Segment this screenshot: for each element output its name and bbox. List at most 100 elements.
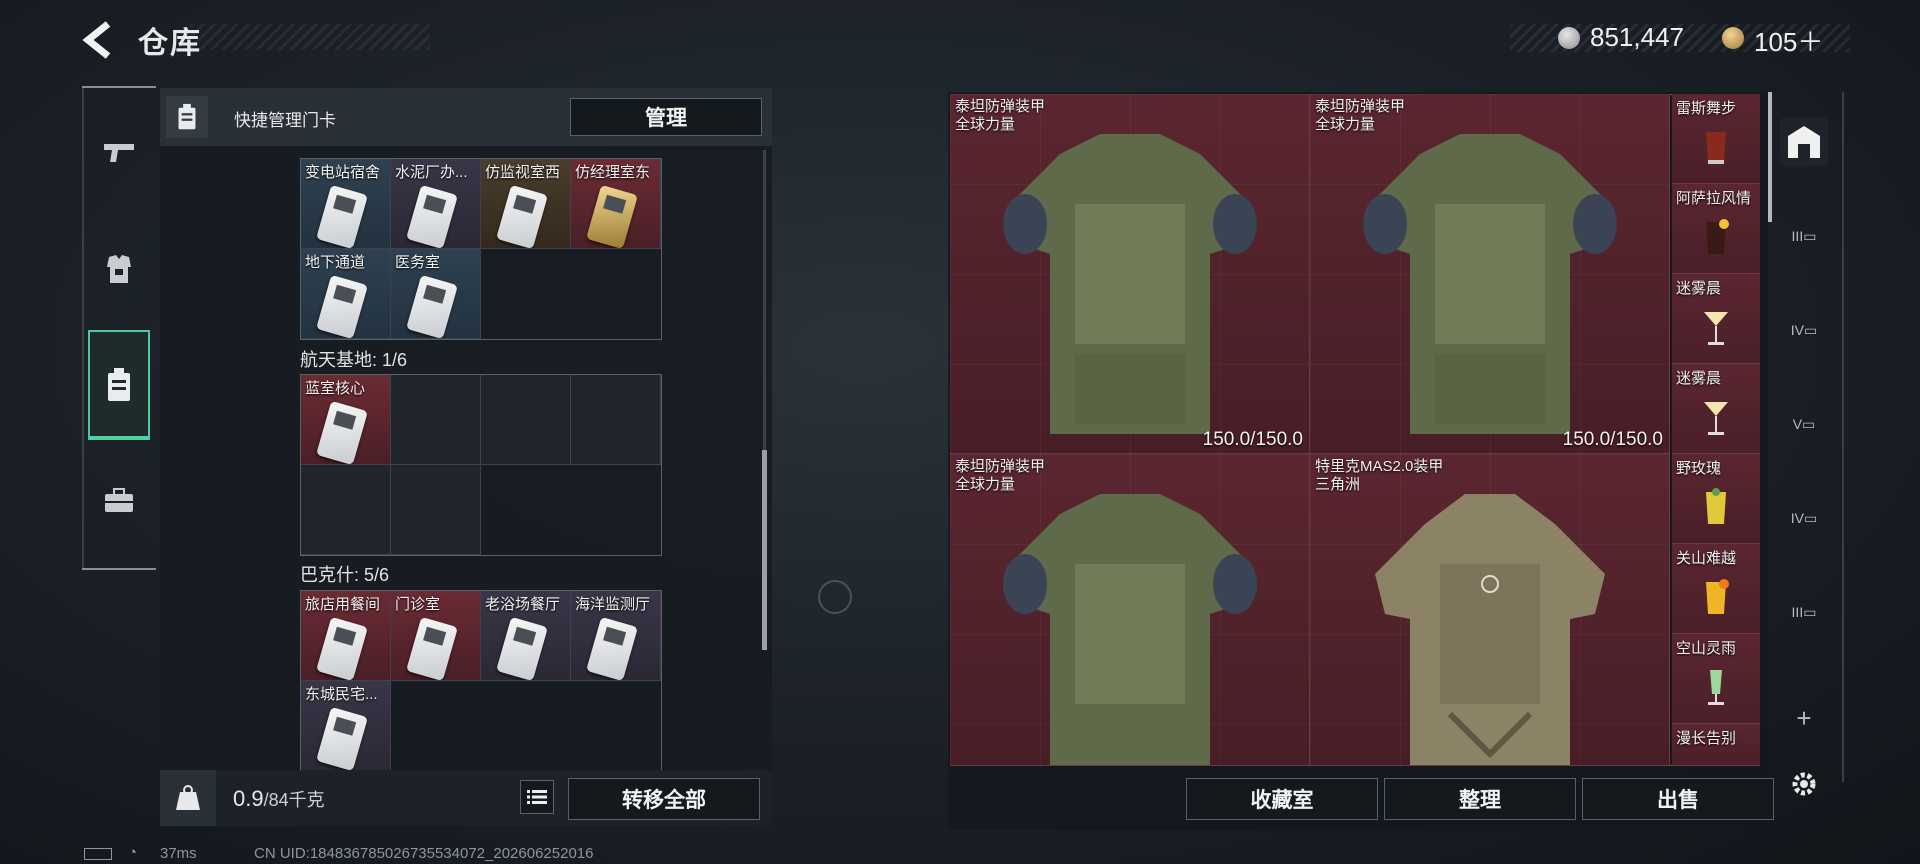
sort-button[interactable]: 整理 xyxy=(1384,778,1576,820)
list-view-button[interactable] xyxy=(520,780,554,814)
tier-label: IV xyxy=(1790,322,1804,338)
body-armor-icon xyxy=(1363,134,1617,434)
silver-currency-value: 851,447 xyxy=(1590,22,1684,52)
scrollbar-thumb[interactable] xyxy=(762,450,767,650)
keycard-grid-3: 旅店用餐间 门诊室 老浴场餐厅 海洋监测厅 东城民宅... xyxy=(300,590,662,772)
crosshair-icon xyxy=(818,580,852,614)
warehouse-icon xyxy=(1788,126,1820,158)
keycard-item[interactable]: 医务室 xyxy=(391,249,481,339)
keycard-icon xyxy=(496,616,548,680)
right-rail-container[interactable]: III ▭ xyxy=(1780,588,1828,636)
rail-divider xyxy=(82,86,156,88)
keycard-grid-1: 变电站宿舍 水泥厂办... 仿监视室西 仿经理室东 地下通道 医务室 xyxy=(300,158,662,340)
armor-item[interactable]: 特里克MAS2.0装甲 三角洲 xyxy=(1310,454,1670,766)
right-rail-container[interactable]: V ▭ xyxy=(1780,400,1828,448)
keycard-item[interactable]: 水泥厂办... xyxy=(391,159,481,249)
armor-item[interactable]: 泰坦防弹装甲 全球力量 150.0/150.0 xyxy=(1310,94,1670,454)
case-icon: ▭ xyxy=(1803,603,1817,620)
drink-item[interactable]: 雷斯舞步 xyxy=(1672,94,1760,184)
ping-readout: 37ms xyxy=(160,845,197,862)
silver-coin-icon xyxy=(1558,27,1580,49)
item-label: 关山难越 xyxy=(1676,550,1737,567)
cocktail-icon xyxy=(1704,312,1728,345)
add-container-button[interactable]: + xyxy=(1780,694,1828,742)
drink-item[interactable]: 关山难越 xyxy=(1672,544,1760,634)
right-rail-container[interactable]: IV ▭ xyxy=(1780,306,1828,354)
keycard-item[interactable]: 旅店用餐间 xyxy=(301,591,391,681)
item-label: 地下通道 xyxy=(305,254,366,271)
cocktail-icon xyxy=(1706,488,1726,524)
item-label: 旅店用餐间 xyxy=(305,596,381,613)
keycard-item[interactable]: 老浴场餐厅 xyxy=(481,591,571,681)
tier-label: III xyxy=(1791,228,1804,244)
body-armor-icon xyxy=(1003,134,1257,434)
drink-item[interactable]: 迷雾晨 xyxy=(1672,274,1760,364)
cocktail-icon xyxy=(1706,132,1726,164)
storage-scrollbar[interactable] xyxy=(1768,92,1772,222)
item-label: 仿监视室西 xyxy=(485,164,561,181)
empty-slot xyxy=(301,465,391,555)
item-label: 阿萨拉风情 xyxy=(1676,190,1752,207)
manage-button[interactable]: 管理 xyxy=(570,98,762,136)
gold-currency-value[interactable]: 105＋ xyxy=(1754,22,1823,59)
keycard-item[interactable]: 变电站宿舍 xyxy=(301,159,391,249)
armor-item[interactable]: 泰坦防弹装甲 全球力量 xyxy=(950,454,1310,766)
item-label: 野玫瑰 xyxy=(1676,460,1722,477)
chevron-left-icon xyxy=(82,21,111,59)
case-icon: ▭ xyxy=(1804,509,1818,526)
section-label: 航天基地: 1/6 xyxy=(300,350,408,370)
keycard-item[interactable]: 仿监视室西 xyxy=(481,159,571,249)
right-rail-home[interactable] xyxy=(1780,118,1828,166)
keycard-item[interactable]: 仿经理室东 xyxy=(571,159,661,249)
plus-icon: + xyxy=(1796,702,1812,733)
keycard-item[interactable]: 蓝室核心 xyxy=(301,375,391,465)
item-label: 海洋监测厅 xyxy=(575,596,651,613)
rail-divider xyxy=(82,568,156,570)
drink-item[interactable]: 野玫瑰 xyxy=(1672,454,1760,544)
right-rail-line xyxy=(1842,92,1844,782)
drink-item[interactable]: 漫长告别 xyxy=(1672,724,1760,766)
collection-room-button[interactable]: 收藏室 xyxy=(1186,778,1378,820)
keycard-item[interactable]: 门诊室 xyxy=(391,591,481,681)
item-label: 仿经理室东 xyxy=(575,164,651,181)
empty-slot xyxy=(481,375,571,465)
weight-max: /84千克 xyxy=(263,790,325,810)
armor-item[interactable]: 泰坦防弹装甲 全球力量 150.0/150.0 xyxy=(950,94,1310,454)
drink-item[interactable]: 空山灵雨 xyxy=(1672,634,1760,724)
transfer-all-button[interactable]: 转移全部 xyxy=(568,778,760,820)
case-icon: ▭ xyxy=(1804,321,1818,338)
item-label: 雷斯舞步 xyxy=(1676,100,1737,117)
rail-tab-armor[interactable] xyxy=(88,214,150,324)
weight-icon xyxy=(160,770,216,826)
rail-tab-tools[interactable] xyxy=(88,446,150,556)
rail-tab-weapons[interactable] xyxy=(88,98,150,208)
keycard-icon xyxy=(496,184,548,248)
case-icon: ▭ xyxy=(1803,227,1817,244)
keycard-icon xyxy=(586,184,638,248)
right-rail-container[interactable]: IV ▭ xyxy=(1780,494,1828,542)
title-decoration xyxy=(190,24,430,50)
drink-item[interactable]: 阿萨拉风情 xyxy=(1672,184,1760,274)
tier-label: IV xyxy=(1790,510,1804,526)
body-armor-icon xyxy=(1003,494,1257,765)
armor-label: 泰坦防弹装甲 全球力量 xyxy=(955,98,1046,133)
rail-tab-keycards[interactable] xyxy=(88,330,150,440)
drink-item[interactable]: 迷雾晨 xyxy=(1672,364,1760,454)
sell-button[interactable]: 出售 xyxy=(1582,778,1774,820)
item-label: 蓝室核心 xyxy=(305,380,366,397)
back-button[interactable] xyxy=(80,20,120,60)
keycard-item[interactable]: 东城民宅... xyxy=(301,681,391,771)
page-title: 仓库 xyxy=(138,27,202,60)
keycard-item[interactable]: 地下通道 xyxy=(301,249,391,339)
panel-title: 快捷管理门卡 xyxy=(234,111,336,130)
gold-coin-icon xyxy=(1722,27,1744,49)
right-rail-container[interactable]: III ▭ xyxy=(1780,212,1828,260)
keycard-header-icon xyxy=(166,96,208,138)
settings-button[interactable] xyxy=(1780,760,1828,808)
keycard-item[interactable]: 海洋监测厅 xyxy=(571,591,661,681)
item-label: 门诊室 xyxy=(395,596,441,613)
weight-value: 0.9 xyxy=(233,786,264,811)
keycard-grid-2: 蓝室核心 xyxy=(300,374,662,556)
keycard-icon xyxy=(316,400,368,464)
armor-label: 泰坦防弹装甲 全球力量 xyxy=(955,458,1046,493)
